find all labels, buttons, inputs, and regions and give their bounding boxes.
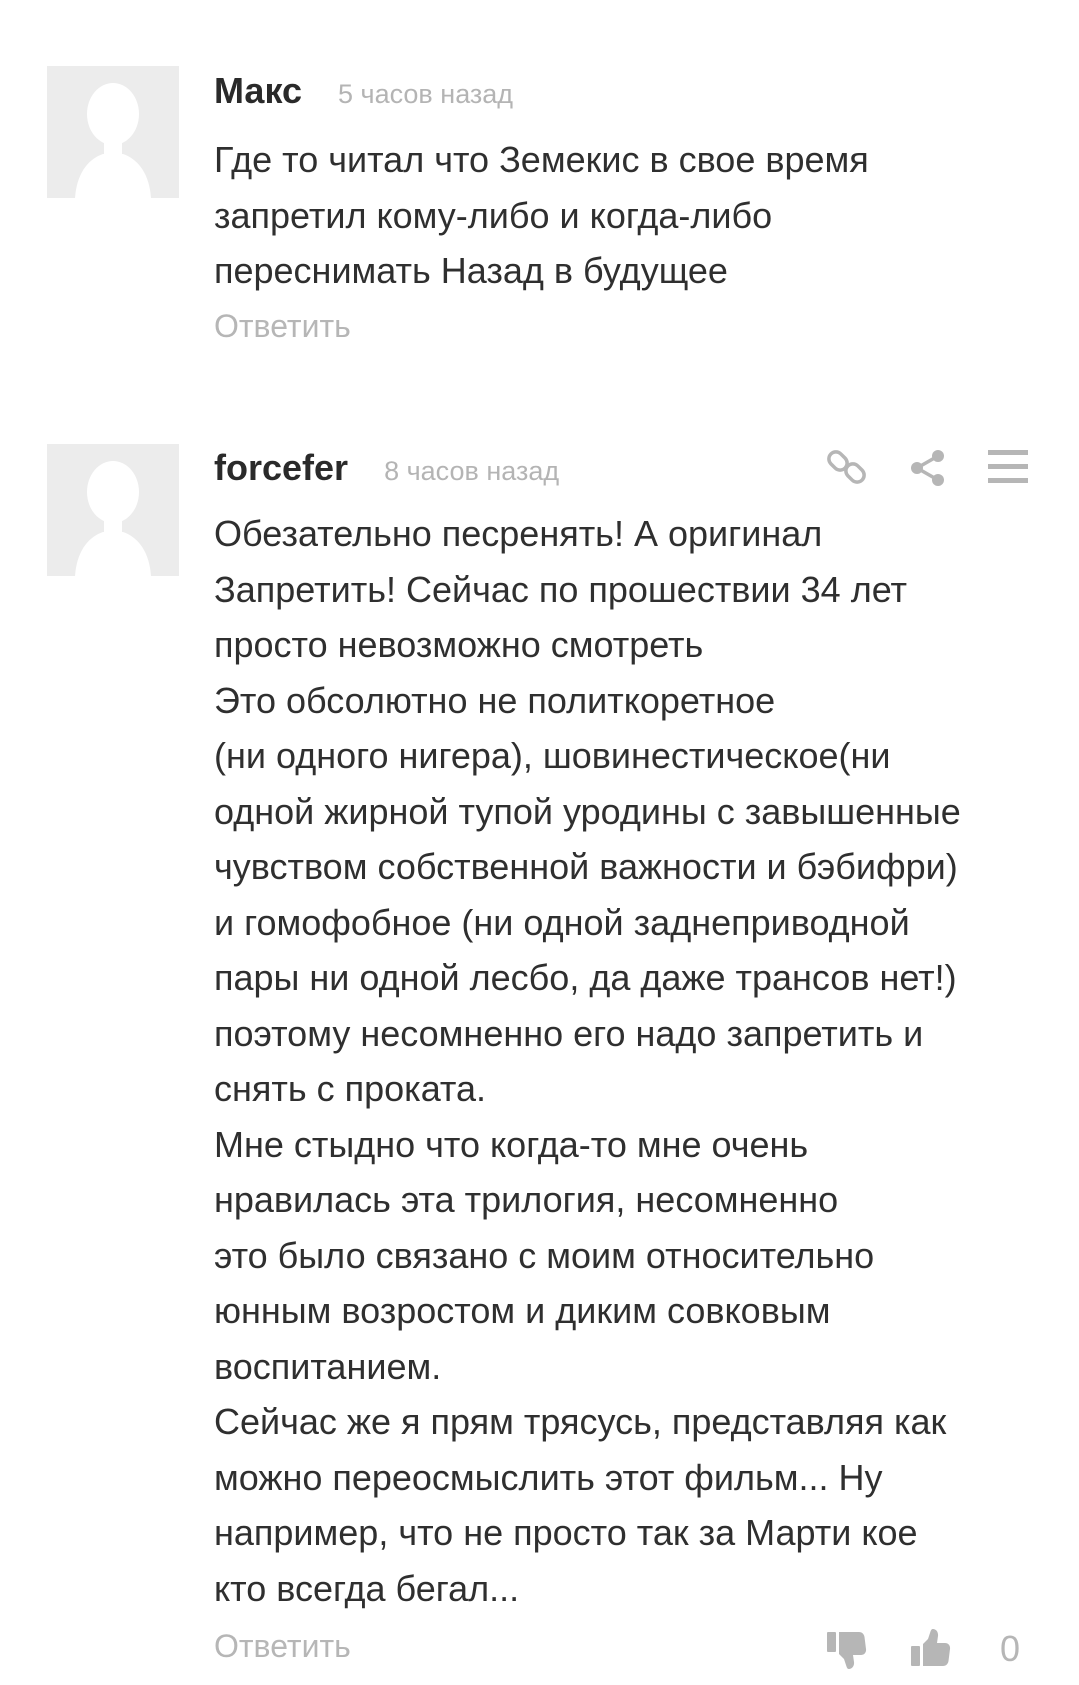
comment-text-line: просто невозможно смотреть bbox=[214, 624, 704, 665]
thumbs-down-icon[interactable] bbox=[826, 1628, 868, 1670]
comment-text-line: можно переосмыслить этот фильм... Ну bbox=[214, 1456, 883, 1498]
user-avatar[interactable] bbox=[47, 444, 179, 576]
comment-text-line: воспитанием. bbox=[214, 1345, 442, 1387]
comment-text-line: например, что не просто так за Марти кое bbox=[214, 1512, 918, 1553]
comment-text-line: Сейчас же я прям трясусь, представляя ка… bbox=[214, 1401, 947, 1442]
comment-header: Макс 5 часов назад bbox=[214, 70, 1039, 120]
comment-text-line: одной жирной тупой уродины с завышенные bbox=[214, 790, 961, 832]
comment-text-line: Это обсолютно не политкоретное bbox=[214, 679, 776, 721]
comment-text-line: снять с проката. bbox=[214, 1068, 487, 1109]
comment-text-line: запретил кому-либо и когда-либо bbox=[214, 194, 773, 236]
vote-count: 0 bbox=[1000, 1628, 1021, 1669]
comment-text: Обезательно песренять! А оригинал Запрет… bbox=[214, 506, 1054, 1616]
comment-text-line: Мне стыдно что когда-то мне очень bbox=[214, 1123, 809, 1165]
comment-text-line: поэтому несомненно его надо запретить и bbox=[214, 1012, 924, 1054]
thumbs-up-icon[interactable] bbox=[910, 1628, 952, 1670]
comment-text-line: Обезательно песренять! А оригинал bbox=[214, 513, 823, 554]
share-icon[interactable] bbox=[908, 448, 948, 488]
menu-icon[interactable] bbox=[988, 448, 1028, 486]
reply-button[interactable]: Ответить bbox=[214, 308, 351, 345]
comment-text-line: чувством собственной важности и бэбифри) bbox=[214, 846, 958, 887]
comment-text-line: переснимать Назад в будущее bbox=[214, 250, 728, 291]
reply-button[interactable]: Ответить bbox=[214, 1628, 351, 1665]
user-avatar[interactable] bbox=[47, 66, 179, 198]
comment-author[interactable]: Макс bbox=[214, 70, 302, 112]
comment-author[interactable]: forcefer bbox=[214, 447, 348, 489]
comment-text-line: Где то читал что Земекис в свое время bbox=[214, 139, 869, 180]
comment-time[interactable]: 5 часов назад bbox=[338, 79, 513, 110]
comment-text-line: (ни одного нигера), шовинестическое(ни bbox=[214, 735, 891, 776]
link-icon[interactable] bbox=[826, 446, 868, 488]
comment-text-line: юнным возростом и диким совковым bbox=[214, 1290, 831, 1331]
comment-time[interactable]: 8 часов назад bbox=[384, 456, 559, 487]
default-avatar-silhouette-icon bbox=[47, 444, 179, 576]
comment-text-line: и гомофобное (ни одной заднеприводной bbox=[214, 901, 910, 943]
default-avatar-silhouette-icon bbox=[47, 66, 179, 198]
comment-text-line: нравилась эта трилогия, несомненно bbox=[214, 1179, 839, 1220]
comment-text: Где то читал что Земекис в свое время за… bbox=[214, 132, 1054, 299]
comment-text-line: это было связано с моим относительно bbox=[214, 1234, 875, 1276]
comment-text-line: Запретить! Сейчас по прошествии 34 лет bbox=[214, 568, 908, 610]
comment-text-line: пары ни одной лесбо, да даже трансов нет… bbox=[214, 957, 957, 998]
comment-text-line: кто всегда бегал... bbox=[214, 1567, 520, 1609]
